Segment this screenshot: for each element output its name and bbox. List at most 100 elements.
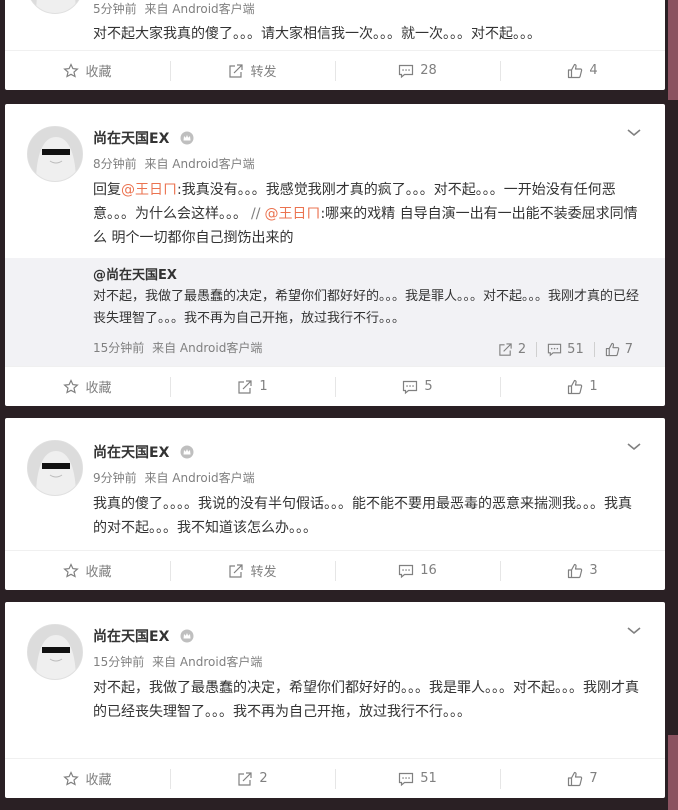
background-decoration	[668, 735, 678, 810]
avatar[interactable]	[27, 440, 83, 496]
comment-button[interactable]: 51	[335, 759, 500, 798]
repost-separator: //	[251, 206, 261, 222]
weibo-card: 尚在天国EX 8分钟前 来自 Android客户端 回复@王日ㄇ:我真没有。。。…	[5, 104, 665, 406]
repost-stats: 2 51 7	[488, 342, 643, 357]
vip-crown-icon[interactable]	[180, 445, 194, 463]
collect-button[interactable]: 收藏	[5, 367, 170, 406]
username[interactable]: 尚在天国EX	[93, 629, 169, 645]
thumbs-up-icon	[568, 771, 583, 786]
comment-icon	[399, 772, 414, 786]
repost-meta: 15分钟前 来自 Android客户端	[93, 339, 262, 356]
like-count: 4	[589, 63, 598, 78]
post-source: 来自 Android客户端	[144, 157, 255, 171]
repost-icon	[238, 771, 252, 786]
repost-comment-count: 51	[567, 342, 584, 357]
background-decoration	[668, 0, 678, 100]
repost-repost-button[interactable]: 2	[488, 342, 536, 357]
action-bar: 收藏 1 5 1	[5, 366, 665, 406]
collect-label: 收藏	[85, 381, 112, 396]
like-button[interactable]: 4	[500, 51, 665, 90]
username[interactable]: 尚在天国EX	[93, 445, 169, 461]
star-icon	[63, 770, 80, 786]
repost-like-button[interactable]: 7	[593, 342, 643, 357]
repost-label: 转发	[250, 65, 277, 80]
thumbs-up-icon	[568, 379, 583, 394]
weibo-card: 尚在天国EX 9分钟前 来自 Android客户端 我真的傻了。。。。我说的没有…	[5, 418, 665, 590]
mention-link[interactable]: @王日ㄇ	[264, 206, 320, 222]
collect-label: 收藏	[85, 565, 112, 580]
collect-button[interactable]: 收藏	[5, 759, 170, 798]
mention-link[interactable]: @王日ㄇ	[121, 182, 177, 198]
star-icon	[63, 378, 80, 394]
post-time[interactable]: 15分钟前	[93, 655, 144, 669]
repost-count: 2	[259, 771, 268, 786]
comment-icon	[399, 64, 414, 78]
repost-button[interactable]: 1	[170, 367, 335, 406]
post-text: 我真的傻了。。。。我说的没有半句假话。。。能不能不要用最恶毒的恶意来揣测我。。。…	[93, 496, 632, 536]
post-text: 对不起，我做了最愚蠢的决定，希望你们都好好的。。。我是罪人。。。对不起。。。我刚…	[93, 680, 639, 720]
chevron-down-icon[interactable]	[625, 622, 643, 640]
star-icon	[63, 562, 80, 578]
repost-icon	[229, 563, 244, 578]
like-count: 1	[589, 379, 598, 394]
username-row: 尚在天国EX	[93, 442, 194, 463]
post-time[interactable]: 5分钟前	[93, 2, 137, 16]
thumbs-up-icon	[605, 342, 620, 357]
avatar[interactable]	[27, 624, 83, 680]
like-button[interactable]: 1	[500, 367, 665, 406]
comment-button[interactable]: 28	[335, 51, 500, 90]
chevron-down-icon[interactable]	[625, 124, 643, 142]
repost-text: 对不起，我做了最愚蠢的决定，希望你们都好好的。。。我是罪人。。。对不起。。。我刚…	[93, 289, 640, 326]
reply-prefix: 回复	[93, 182, 121, 198]
repost-comment-button[interactable]: 51	[536, 342, 594, 357]
post-source: 来自 Android客户端	[144, 471, 255, 485]
post-source: 来自 Android客户端	[144, 2, 255, 16]
collect-label: 收藏	[85, 773, 112, 788]
post-source: 来自 Android客户端	[152, 655, 263, 669]
comment-count: 5	[424, 379, 433, 394]
action-bar: 收藏 转发 28 4	[5, 50, 665, 90]
username-row: 尚在天国EX	[93, 128, 194, 149]
repost-icon	[238, 379, 252, 394]
post-meta: 9分钟前 来自 Android客户端	[93, 469, 255, 486]
repost-button[interactable]: 转发	[170, 551, 335, 590]
post-text: 回复@王日ㄇ:我真没有。。。我感觉我刚才真的疯了。。。对不起。。。一开始没有任何…	[93, 178, 643, 250]
comment-count: 51	[420, 771, 437, 786]
comment-count: 28	[420, 63, 437, 78]
comment-button[interactable]: 16	[335, 551, 500, 590]
post-time[interactable]: 9分钟前	[93, 471, 137, 485]
chevron-down-icon[interactable]	[625, 438, 643, 456]
username[interactable]: 尚在天国EX	[93, 131, 169, 147]
repost-count: 2	[517, 342, 527, 357]
vip-crown-icon[interactable]	[180, 629, 194, 647]
repost-count: 1	[259, 379, 268, 394]
weibo-card: 尚在天国EX 15分钟前 来自 Android客户端 对不起，我做了最愚蠢的决定…	[5, 602, 665, 798]
vip-crown-icon[interactable]	[180, 131, 194, 149]
comment-icon	[403, 380, 418, 394]
avatar[interactable]	[27, 0, 83, 14]
post-time[interactable]: 8分钟前	[93, 157, 137, 171]
avatar[interactable]	[27, 126, 83, 182]
star-icon	[63, 62, 80, 78]
action-bar: 收藏 2 51 7	[5, 758, 665, 798]
repost-username[interactable]: @尚在天国EX	[93, 266, 665, 286]
collect-button[interactable]: 收藏	[5, 51, 170, 90]
like-button[interactable]: 3	[500, 551, 665, 590]
collect-button[interactable]: 收藏	[5, 551, 170, 590]
repost-icon	[229, 63, 244, 78]
thumbs-up-icon	[568, 63, 583, 78]
repost-like-count: 7	[624, 342, 633, 357]
repost-time[interactable]: 15分钟前	[93, 341, 144, 355]
like-button[interactable]: 7	[500, 759, 665, 798]
action-bar: 收藏 转发 16 3	[5, 550, 665, 590]
repost-block[interactable]: @尚在天国EX 对不起，我做了最愚蠢的决定，希望你们都好好的。。。我是罪人。。。…	[5, 258, 665, 366]
post-text: 对不起大家我真的傻了。。。请大家相信我一次。。。就一次。。。对不起。。。	[93, 26, 541, 42]
weibo-card: 5分钟前 来自 Android客户端 对不起大家我真的傻了。。。请大家相信我一次…	[5, 0, 665, 90]
like-count: 3	[589, 563, 598, 578]
comment-icon	[548, 343, 562, 357]
repost-button[interactable]: 2	[170, 759, 335, 798]
repost-button[interactable]: 转发	[170, 51, 335, 90]
comment-button[interactable]: 5	[335, 367, 500, 406]
like-count: 7	[589, 771, 598, 786]
post-meta: 5分钟前 来自 Android客户端	[93, 0, 255, 17]
